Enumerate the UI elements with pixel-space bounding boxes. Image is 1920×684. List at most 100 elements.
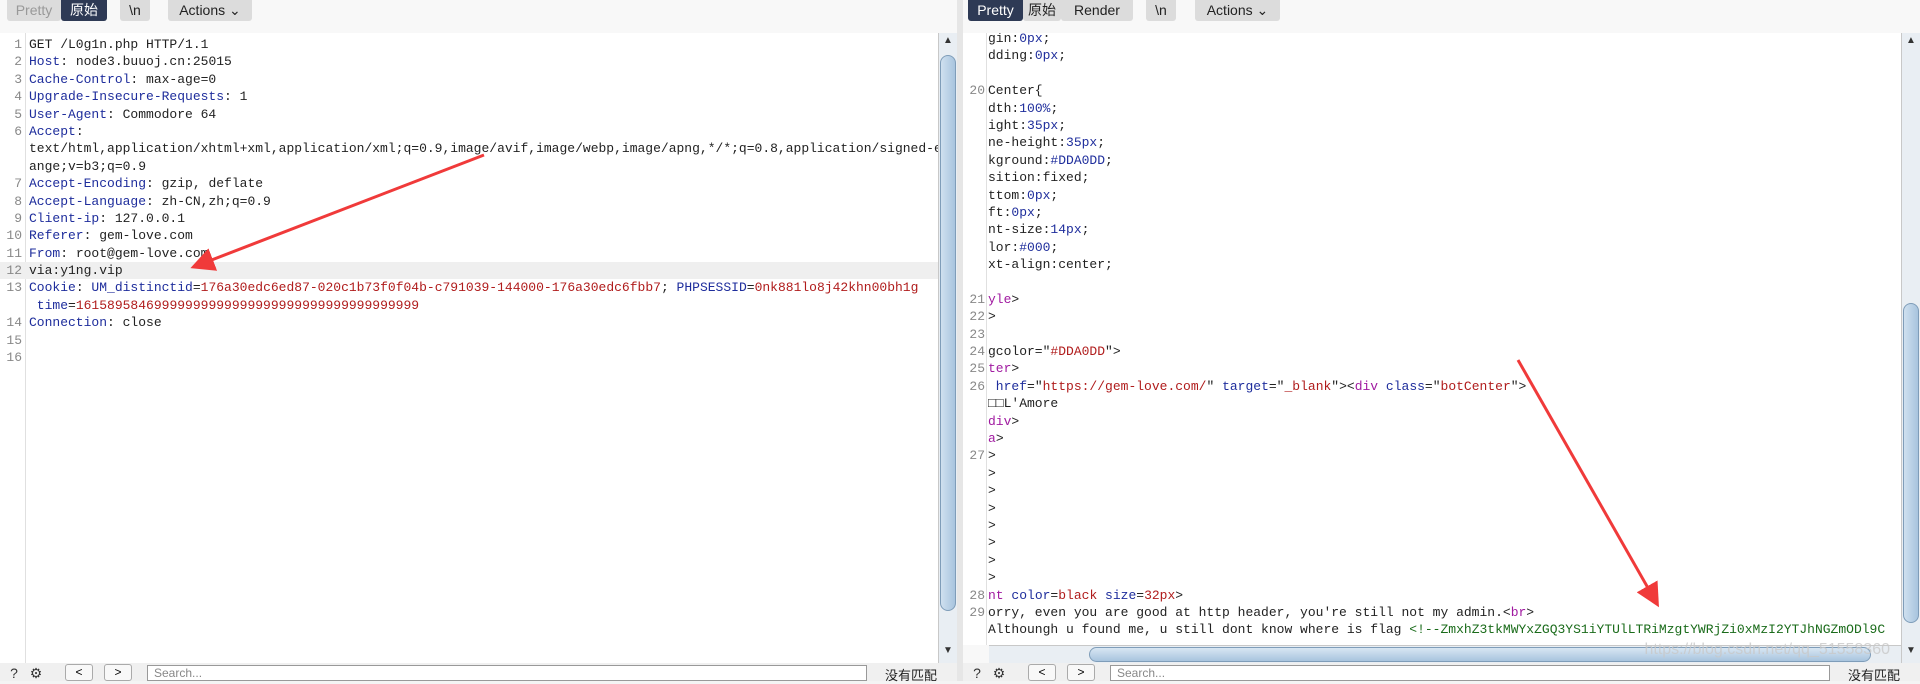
token: > <box>1011 361 1020 377</box>
token: 32px <box>1144 587 1176 603</box>
token: PHPSESSID <box>676 280 747 296</box>
code-line: time=16158958469999999999999999999999999… <box>0 297 938 314</box>
token: Upgrade-Insecure-Requests <box>29 89 225 105</box>
code-line: ttom:0px; <box>963 187 1901 204</box>
token: : <box>75 280 92 296</box>
line-text: yle> <box>988 291 1019 308</box>
help-icon[interactable]: ? <box>6 665 22 681</box>
token: Connection <box>29 315 108 331</box>
line-text: Cache-Control: max-age=0 <box>29 71 216 88</box>
line-text: Host: node3.buuoj.cn:25015 <box>29 53 232 70</box>
token: 35px <box>1066 135 1098 151</box>
token: botCenter <box>1440 378 1511 394</box>
line-text: ft:0px; <box>988 204 1043 221</box>
request-toolbar: Pretty 原始 \n Actions ⌄ <box>0 0 957 33</box>
scroll-down-icon[interactable]: ▼ <box>1902 645 1920 661</box>
line-text: Accept: <box>29 123 84 140</box>
scroll-thumb[interactable] <box>1903 303 1919 623</box>
token: GET /L0g1n.php HTTP/1.1 <box>29 37 209 52</box>
previous-match-button[interactable]: < <box>1028 664 1056 681</box>
token: ; <box>1105 152 1113 168</box>
token: > <box>988 483 996 499</box>
actions-button[interactable]: Actions ⌄ <box>1195 0 1280 21</box>
token: black <box>1058 587 1098 603</box>
match-count: 没有匹配 <box>885 668 938 683</box>
scroll-thumb[interactable] <box>940 55 956 611</box>
line-text: ight:35px; <box>988 117 1066 134</box>
newline-toggle[interactable]: \n <box>1146 0 1176 21</box>
tab-pretty[interactable]: Pretty <box>968 0 1023 21</box>
token: text/html,application/xhtml+xml,applicat… <box>29 141 938 157</box>
vertical-scrollbar[interactable]: ▲ ▼ <box>1901 33 1920 663</box>
token: "> <box>1105 344 1121 360</box>
token: a <box>988 430 996 446</box>
token: ; <box>1058 48 1067 64</box>
code-line: 13 Cookie: UM_distinctid=176a30edc6ed87-0… <box>0 279 938 296</box>
actions-button[interactable]: Actions ⌄ <box>168 0 252 21</box>
actions-label: Actions <box>179 2 226 18</box>
code-line: 5 User-Agent: Commodore 64 <box>0 106 938 123</box>
code-line: 26 href="https://gem-love.com/" target="… <box>963 378 1901 395</box>
response-lines: gin:0px; dding:0px; 20 Center{dth:100%; ight… <box>963 33 1901 639</box>
tab-raw[interactable]: 原始 <box>61 0 107 21</box>
line-number: 16 <box>6 350 22 366</box>
token: : max-age=0 <box>130 71 217 87</box>
scroll-up-icon[interactable]: ▲ <box>939 35 957 51</box>
token: 0px <box>1034 48 1059 64</box>
code-line: 27 > <box>963 447 1901 464</box>
response-toolbar: Pretty 原始 Render \n Actions ⌄ <box>963 0 1920 33</box>
line-text: lor:#000; <box>988 239 1058 256</box>
help-icon[interactable]: ? <box>969 665 985 681</box>
match-count: 没有匹配 <box>1848 668 1901 683</box>
tab-render[interactable]: Render <box>1061 0 1133 21</box>
line-gutter <box>963 33 987 645</box>
previous-match-button[interactable]: < <box>65 664 93 681</box>
code-line: > <box>963 482 1901 499</box>
next-match-button[interactable]: > <box>104 664 132 681</box>
gear-icon[interactable]: ⚙ <box>991 665 1007 681</box>
scroll-up-icon[interactable]: ▲ <box>1902 35 1920 51</box>
code-line: gin:0px; <box>963 33 1901 47</box>
token: = <box>192 280 201 296</box>
line-number: 5 <box>14 106 22 122</box>
token: #DDA0DD <box>1050 152 1106 168</box>
token: > <box>988 309 996 325</box>
token: : close <box>107 315 162 331</box>
token: 0px <box>1011 204 1035 220</box>
line-text: > <box>988 500 996 517</box>
tab-raw[interactable]: 原始 <box>1023 0 1061 21</box>
line-text: From: root@gem-love.com <box>29 245 208 262</box>
token: : root@gem-love.com <box>60 245 209 261</box>
search-input[interactable]: Search... <box>1110 665 1830 681</box>
code-line: 15 <box>0 332 938 349</box>
code-line: 20 Center{ <box>963 82 1901 99</box>
code-line: 23 <box>963 326 1901 343</box>
token: ; <box>1097 135 1106 151</box>
line-number: 3 <box>14 71 22 87</box>
token: ne-height: <box>988 135 1067 151</box>
next-match-button[interactable]: > <box>1067 664 1095 681</box>
code-line: 1 GET /L0g1n.php HTTP/1.1 <box>0 36 938 53</box>
code-line: > <box>963 500 1901 517</box>
line-number: 14 <box>6 315 22 331</box>
token: ; <box>1081 222 1090 238</box>
line-number: 6 <box>14 123 22 139</box>
request-editor[interactable]: 1 GET /L0g1n.php HTTP/1.1 2 Host: node3.buu… <box>0 33 938 663</box>
line-number: 4 <box>14 89 22 105</box>
tab-pretty[interactable]: Pretty <box>7 0 61 21</box>
scroll-down-icon[interactable]: ▼ <box>939 645 957 661</box>
search-input[interactable]: Search... <box>147 665 867 681</box>
line-text: ne-height:35px; <box>988 134 1105 151</box>
code-line: 12 via:y1ng.vip <box>0 262 938 280</box>
vertical-scrollbar[interactable]: ▲ ▼ <box>938 33 957 663</box>
line-text: gin:0px; <box>988 33 1050 47</box>
line-text: Upgrade-Insecure-Requests: 1 <box>29 88 247 105</box>
line-number: 9 <box>14 210 22 226</box>
token: nt <box>988 587 1004 603</box>
newline-toggle[interactable]: \n <box>120 0 150 21</box>
response-editor[interactable]: gin:0px; dding:0px; 20 Center{dth:100%; ight… <box>963 33 1901 645</box>
line-text: div> <box>988 413 1019 430</box>
gear-icon[interactable]: ⚙ <box>28 665 44 681</box>
line-text: nt color=black size=32px> <box>988 587 1183 604</box>
code-line: 4 Upgrade-Insecure-Requests: 1 <box>0 88 938 105</box>
